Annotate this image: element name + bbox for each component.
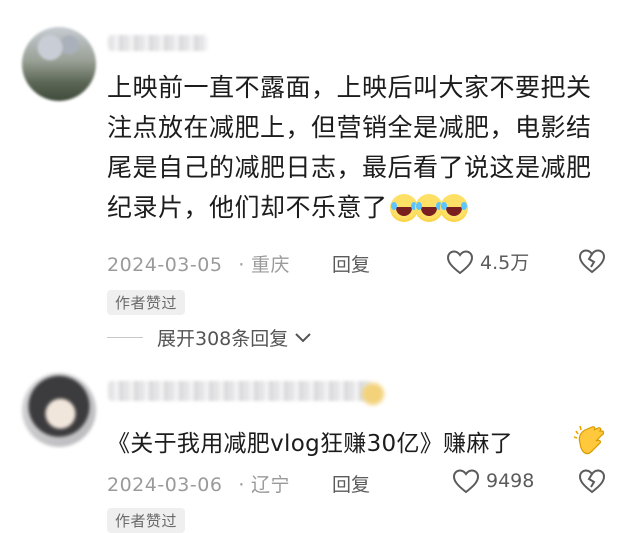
expand-replies-button[interactable]: 展开308条回复 xyxy=(107,324,312,351)
laughing-crying-emoji xyxy=(389,194,418,222)
username-emoji-redacted xyxy=(362,383,384,405)
username-redacted[interactable] xyxy=(108,381,373,401)
author-liked-badge: 作者赞过 xyxy=(107,508,186,533)
comment-text: 《关于我用减肥vlog狂赚30亿》赚麻了 xyxy=(107,431,513,457)
heart-icon xyxy=(452,469,480,494)
heart-icon xyxy=(446,249,474,274)
comment-date: 2024-03-05 xyxy=(107,254,223,276)
comment-location: 辽宁 xyxy=(250,474,290,496)
laughing-crying-emoji xyxy=(414,194,443,222)
author-liked-badge: 作者赞过 xyxy=(107,290,186,315)
chevron-down-icon xyxy=(295,332,311,342)
comment-text: 上映前一直不露面，上映后叫大家不要把关注点放在减肥上，但营销全是减肥，电影结尾是… xyxy=(107,68,607,229)
reply-button[interactable]: 回复 xyxy=(332,250,370,277)
comment-date: 2024-03-06 xyxy=(107,474,223,496)
laughing-crying-emoji xyxy=(439,194,468,222)
clapping-hands-emoji xyxy=(572,423,608,463)
comment-meta: 2024-03-05 · 重庆 xyxy=(107,254,290,276)
divider-line xyxy=(107,337,143,338)
like-button[interactable]: 4.5万 xyxy=(446,248,529,275)
comment-location: 重庆 xyxy=(250,254,290,276)
emoji-group xyxy=(389,189,468,229)
broken-heart-icon xyxy=(578,469,606,494)
broken-heart-icon xyxy=(578,249,606,274)
comment-meta: 2024-03-06 · 辽宁 xyxy=(107,474,290,496)
reply-button[interactable]: 回复 xyxy=(332,470,370,497)
avatar[interactable] xyxy=(22,27,96,101)
like-count: 9498 xyxy=(486,470,535,492)
dislike-button[interactable] xyxy=(578,468,606,498)
username-redacted[interactable] xyxy=(108,35,208,51)
like-count: 4.5万 xyxy=(480,252,530,274)
dislike-button[interactable] xyxy=(578,248,606,278)
avatar[interactable] xyxy=(22,373,96,447)
like-button[interactable]: 9498 xyxy=(452,468,534,494)
expand-replies-label: 展开308条回复 xyxy=(157,328,289,350)
